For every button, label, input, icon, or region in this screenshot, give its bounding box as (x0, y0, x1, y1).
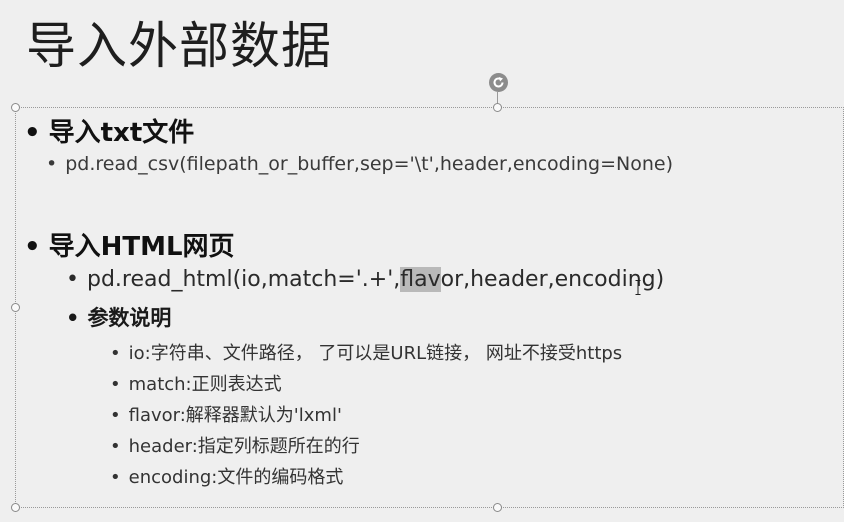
param-text: io:字符串、文件路径， 了可以是URL链接， 网址不接受https (128, 343, 623, 364)
selected-text-highlight[interactable]: flav (400, 267, 441, 292)
sub-heading-text: 参数说明 (87, 306, 172, 330)
param-item: • flavor:解释器默认为'lxml' (110, 401, 342, 427)
bullet-glyph: • (66, 267, 79, 292)
sub-item-read-html: • pd.read_html(io,match='.+',flavor,heade… (66, 267, 664, 292)
bullet-heading-txt: • 导入txt文件 (24, 112, 194, 149)
param-text: encoding:文件的编码格式 (128, 467, 344, 488)
heading-text: 导入HTML网页 (48, 232, 235, 262)
param-item: • io:字符串、文件路径， 了可以是URL链接， 网址不接受https (110, 339, 622, 365)
bullet-glyph: • (110, 405, 121, 426)
bullet-glyph: • (110, 374, 121, 395)
resize-handle-bottom-center[interactable] (493, 503, 502, 512)
heading-text: 导入txt文件 (48, 118, 195, 148)
param-text: header:指定列标题所在的行 (128, 436, 360, 457)
bullet-heading-html: • 导入HTML网页 (24, 226, 235, 263)
bullet-glyph: • (110, 467, 121, 488)
param-item: • header:指定列标题所在的行 (110, 432, 360, 458)
param-item: • match:正则表达式 (110, 370, 282, 396)
resize-handle-top-center[interactable] (493, 103, 502, 112)
bullet-glyph: • (46, 153, 58, 175)
ibeam-cursor-icon (635, 280, 641, 295)
item-text: pd.read_csv(filepath_or_buffer,sep='\t',… (65, 153, 673, 175)
bullet-glyph: • (24, 232, 41, 262)
resize-handle-bottom-left[interactable] (11, 503, 20, 512)
param-item: • encoding:文件的编码格式 (110, 463, 343, 489)
param-text: flavor:解释器默认为'lxml' (128, 405, 342, 426)
bullet-glyph: • (66, 306, 80, 330)
sub-item-read-csv: • pd.read_csv(filepath_or_buffer,sep='\t'… (46, 153, 673, 175)
rotate-handle-icon[interactable] (489, 73, 508, 92)
slide-title[interactable]: 导入外部数据 (26, 14, 332, 78)
bullet-glyph: • (24, 118, 41, 148)
resize-handle-middle-left[interactable] (11, 303, 20, 312)
sub-heading-params: • 参数说明 (66, 302, 171, 332)
param-text: match:正则表达式 (128, 374, 282, 395)
bullet-glyph: • (110, 436, 121, 457)
rotate-arrow-icon (493, 77, 504, 88)
bullet-glyph: • (110, 343, 121, 364)
item-text-pre: pd.read_html(io,match='.+', (86, 267, 401, 292)
item-text-post: or,header,encoding) (440, 267, 665, 292)
resize-handle-top-left[interactable] (11, 103, 20, 112)
